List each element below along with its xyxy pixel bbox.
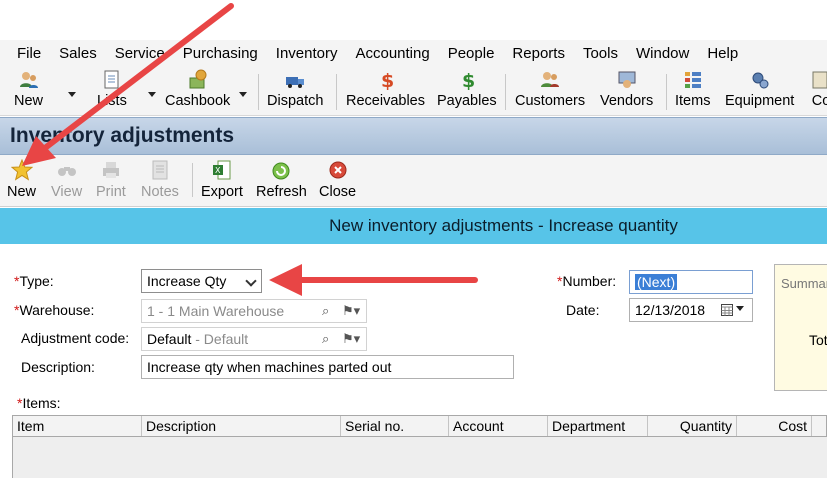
items-grid-icon	[684, 72, 701, 88]
payables-dollar-icon: $	[462, 70, 475, 91]
flag-dropdown-icon[interactable]: ⚑▾	[342, 331, 360, 347]
new-button[interactable]: New	[7, 159, 36, 200]
window-title-bar: Inventory adjustments	[0, 117, 827, 155]
date-label: Date:	[566, 302, 600, 318]
search-icon[interactable]: ⌕	[322, 331, 329, 347]
chevron-down-icon	[245, 275, 257, 287]
menu-accounting[interactable]: Accounting	[346, 45, 438, 62]
toolbar-contacts-button[interactable]: Co	[810, 69, 827, 109]
adjustment-code-label: Adjustment code:	[21, 330, 130, 346]
menu-purchasing[interactable]: Purchasing	[174, 45, 267, 62]
binoculars-icon	[57, 167, 76, 176]
toolbar-lists-button[interactable]: Lists	[97, 69, 127, 109]
truck-icon	[286, 77, 305, 88]
menu-bar: File Sales Service Purchasing Inventory …	[0, 40, 827, 66]
mode-banner: New inventory adjustments - Increase qua…	[0, 208, 827, 244]
adjustment-code-field[interactable]: Default - Default ⌕ ⚑▾	[141, 327, 367, 351]
refresh-icon	[272, 162, 290, 180]
receivables-dollar-icon: $	[381, 70, 394, 91]
export-button[interactable]: X Export	[201, 159, 243, 200]
cashbook-icon	[189, 69, 207, 89]
svg-text:X: X	[215, 166, 221, 175]
banner-text: New inventory adjustments - Increase qua…	[329, 216, 678, 235]
svg-text:$: $	[381, 70, 394, 91]
items-grid-body[interactable]	[12, 437, 827, 478]
notes-icon	[152, 160, 168, 180]
close-button[interactable]: Close	[319, 159, 356, 200]
svg-text:$: $	[462, 70, 475, 91]
summary-total-label: Tot	[809, 332, 827, 348]
refresh-button[interactable]: Refresh	[256, 159, 307, 200]
action-toolbar: New View Print Notes X Export Refresh Cl…	[0, 155, 827, 207]
column-account[interactable]: Account	[449, 416, 548, 436]
number-label: *Number:	[557, 273, 617, 289]
menu-file[interactable]: File	[0, 45, 50, 62]
people-add-icon	[19, 72, 38, 88]
print-button[interactable]: Print	[96, 159, 126, 200]
column-description[interactable]: Description	[142, 416, 341, 436]
calendar-icon[interactable]	[721, 303, 733, 316]
contacts-icon	[812, 71, 827, 89]
column-serial-no[interactable]: Serial no.	[341, 416, 449, 436]
summary-panel: Summar Tot	[774, 264, 827, 391]
menu-people[interactable]: People	[439, 45, 504, 62]
date-dropdown-icon[interactable]	[736, 306, 744, 311]
printer-icon	[102, 162, 119, 178]
description-label: Description:	[21, 359, 95, 375]
type-select[interactable]: Increase Qty	[141, 269, 262, 293]
column-quantity[interactable]: Quantity	[648, 416, 737, 436]
menu-sales[interactable]: Sales	[50, 45, 106, 62]
toolbar-cashbook-button[interactable]: Cashbook	[165, 69, 230, 109]
toolbar-new-button[interactable]: New	[14, 69, 43, 109]
toolbar-separator	[258, 74, 259, 110]
menu-tools[interactable]: Tools	[574, 45, 627, 62]
main-toolbar: New Lists Cashbook Dispatch $ Receivable…	[0, 66, 827, 116]
page-title: Inventory adjustments	[10, 124, 235, 147]
star-icon	[10, 159, 33, 181]
toolbar-lists-dropdown[interactable]	[148, 92, 156, 97]
toolbar-equipment-button[interactable]: Equipment	[725, 69, 794, 109]
warehouse-label: *Warehouse:	[14, 302, 95, 318]
warehouse-field[interactable]: 1 - 1 Main Warehouse ⌕ ⚑▾	[141, 299, 367, 323]
toolbar-cashbook-dropdown[interactable]	[239, 92, 247, 97]
customers-icon	[541, 72, 560, 87]
toolbar-vendors-button[interactable]: Vendors	[600, 69, 653, 109]
toolbar-receivables-button[interactable]: $ Receivables	[346, 69, 425, 109]
menu-service[interactable]: Service	[106, 45, 174, 62]
toolbar-customers-button[interactable]: Customers	[515, 69, 585, 109]
document-list-icon	[104, 70, 119, 89]
menu-reports[interactable]: Reports	[503, 45, 574, 62]
menu-inventory[interactable]: Inventory	[267, 45, 347, 62]
date-picker[interactable]: 12/13/2018	[629, 298, 753, 322]
close-icon	[329, 161, 347, 179]
toolbar-separator	[192, 163, 193, 197]
items-label: *Items:	[17, 395, 61, 411]
toolbar-payables-button[interactable]: $ Payables	[437, 69, 497, 109]
toolbar-dispatch-button[interactable]: Dispatch	[267, 69, 323, 109]
column-cost[interactable]: Cost	[737, 416, 812, 436]
column-department[interactable]: Department	[548, 416, 648, 436]
column-item[interactable]: Item	[13, 416, 142, 436]
gears-icon	[752, 72, 769, 89]
flag-dropdown-icon[interactable]: ⚑▾	[342, 303, 360, 319]
toolbar-separator	[336, 74, 337, 110]
summary-title: Summar	[781, 276, 827, 291]
view-button[interactable]: View	[51, 159, 82, 200]
type-label: *Type:	[14, 273, 54, 289]
menu-window[interactable]: Window	[627, 45, 698, 62]
search-icon[interactable]: ⌕	[322, 303, 329, 319]
toolbar-items-button[interactable]: Items	[675, 69, 710, 109]
notes-button[interactable]: Notes	[141, 159, 179, 200]
screenshot-margin	[0, 0, 827, 40]
adjustment-form: *Type: Increase Qty *Warehouse: 1 - 1 Ma…	[0, 244, 827, 478]
items-grid-header: Item Description Serial no. Account Depa…	[12, 415, 827, 437]
menu-help[interactable]: Help	[698, 45, 747, 62]
excel-export-icon: X	[212, 160, 231, 180]
vendors-icon	[618, 71, 636, 88]
description-input[interactable]: Increase qty when machines parted out	[141, 355, 514, 379]
toolbar-separator	[505, 74, 506, 110]
number-input[interactable]: (Next)	[629, 270, 753, 294]
toolbar-new-dropdown[interactable]	[68, 92, 76, 97]
toolbar-separator	[666, 74, 667, 110]
